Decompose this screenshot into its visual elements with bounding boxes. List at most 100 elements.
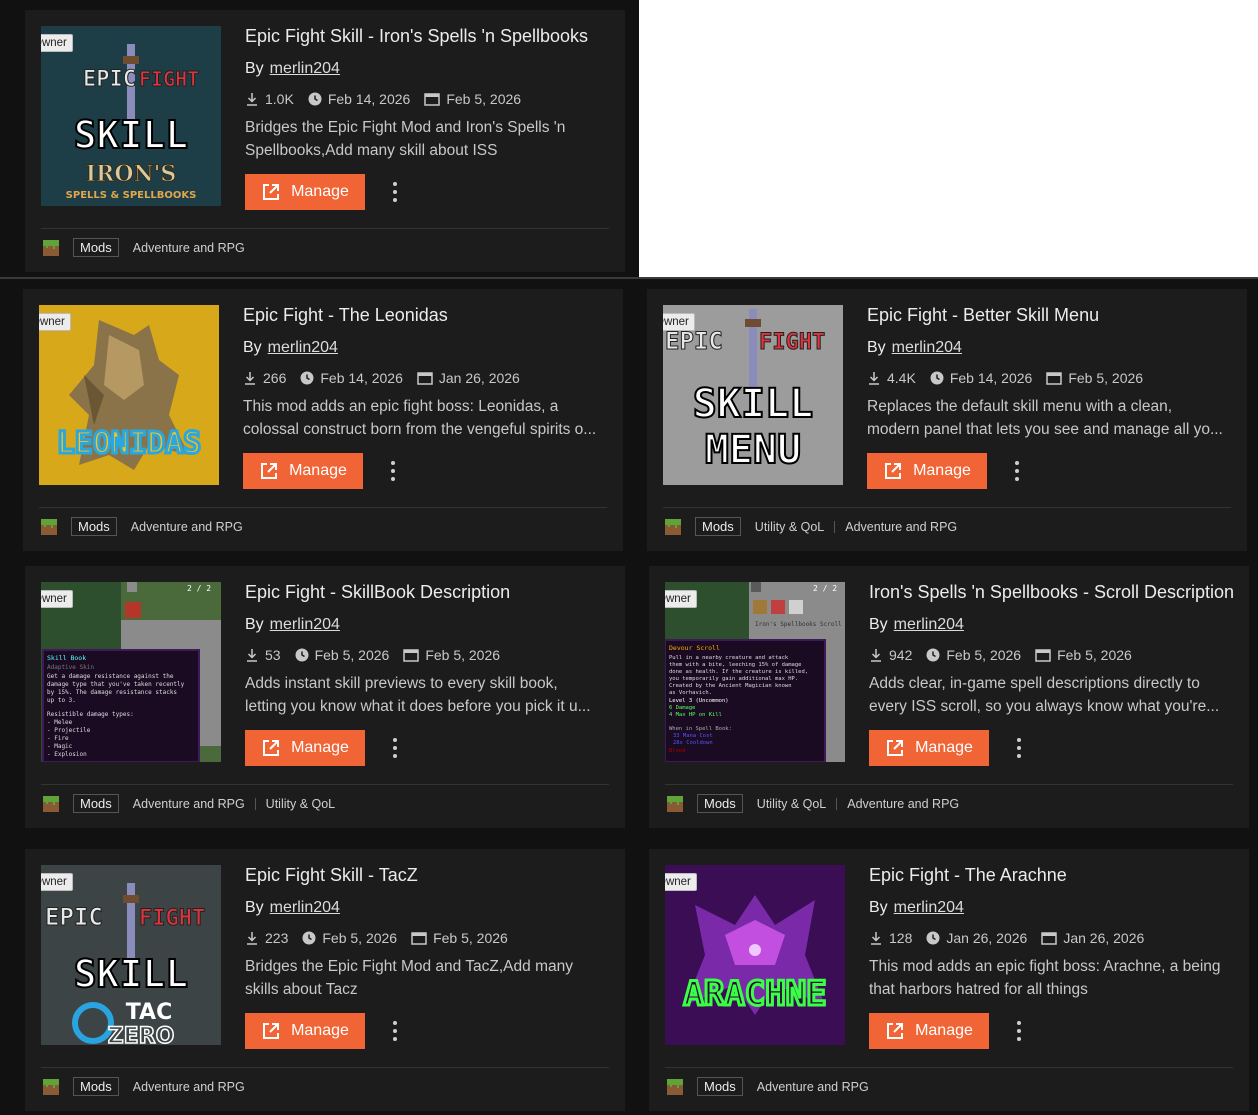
author-link[interactable]: merlin204: [268, 339, 338, 356]
project-byline: By merlin204: [869, 616, 964, 634]
manage-label: Manage: [289, 462, 347, 479]
by-label: By: [867, 339, 886, 356]
project-type-tag[interactable]: Mods: [697, 1077, 743, 1096]
more-options-icon[interactable]: [1007, 459, 1027, 483]
category-tag[interactable]: Adventure and RPG: [826, 797, 959, 811]
svg-text:33 Mana Cost: 33 Mana Cost: [673, 733, 713, 739]
project-stats: 1.0K Feb 14, 2026 Feb 5, 2026: [245, 91, 535, 107]
author-link[interactable]: merlin204: [270, 60, 340, 77]
svg-text:FIGHT: FIGHT: [139, 906, 205, 931]
category-tag[interactable]: Adventure and RPG: [131, 520, 243, 534]
created-date: Jan 26, 2026: [1063, 930, 1145, 946]
project-type-tag[interactable]: Mods: [73, 1077, 119, 1096]
download-count: 223: [265, 930, 289, 946]
svg-text:Devour Scroll: Devour Scroll: [669, 644, 720, 652]
project-thumbnail[interactable]: 2 / 2 Iron's Spellbooks Scroll Devour Sc…: [665, 582, 845, 762]
category-tag[interactable]: Adventure and RPG: [824, 520, 957, 534]
author-link[interactable]: merlin204: [894, 899, 964, 916]
category-tag[interactable]: Utility & QoL: [755, 520, 824, 534]
project-thumbnail[interactable]: EPIC FIGHT SKILL IRON'S SPELLS & SPELLBO…: [41, 26, 221, 206]
download-icon: [247, 649, 257, 662]
project-type-tag[interactable]: Mods: [73, 238, 119, 257]
project-card: EPIC FIGHT SKILL MENU Owner Epic Fight -…: [647, 289, 1247, 551]
grass-block-icon: [43, 795, 59, 812]
project-tags: Mods Utility & QoL Adventure and RPG: [665, 517, 957, 536]
project-title[interactable]: Epic Fight Skill - TacZ: [245, 865, 418, 886]
project-title[interactable]: Iron's Spells 'n Spellbooks - Scroll Des…: [869, 582, 1234, 603]
more-options-icon[interactable]: [1009, 1019, 1029, 1043]
svg-text:Pull in a nearby creature and: Pull in a nearby creature and attack: [669, 655, 789, 661]
manage-button[interactable]: Manage: [869, 1013, 989, 1049]
project-byline: By merlin204: [867, 339, 962, 357]
manage-label: Manage: [913, 462, 971, 479]
svg-text:6 Damage: 6 Damage: [669, 705, 696, 711]
calendar-icon: [411, 932, 427, 945]
project-tags: Mods Utility & QoL Adventure and RPG: [667, 794, 959, 813]
owner-badge: Owner: [39, 313, 71, 331]
category-tag[interactable]: Adventure and RPG: [133, 1080, 245, 1094]
author-link[interactable]: merlin204: [270, 899, 340, 916]
more-options-icon[interactable]: [385, 736, 405, 760]
author-link[interactable]: merlin204: [270, 616, 340, 633]
category-tag[interactable]: Adventure and RPG: [133, 797, 245, 811]
more-options-icon[interactable]: [385, 180, 405, 204]
manage-button[interactable]: Manage: [869, 730, 989, 766]
project-thumbnail[interactable]: ARACHNE Owner: [665, 865, 845, 1045]
manage-label: Manage: [915, 739, 973, 756]
author-link[interactable]: merlin204: [894, 616, 964, 633]
more-options-icon[interactable]: [383, 459, 403, 483]
svg-text:them with a bite, leeching 15%: them with a bite, leeching 15% of damage: [669, 662, 801, 668]
manage-button[interactable]: Manage: [867, 453, 987, 489]
category-tag[interactable]: Utility & QoL: [245, 797, 335, 811]
project-description: This mod adds an epic fight boss: Leonid…: [243, 395, 608, 441]
project-type-tag[interactable]: Mods: [71, 517, 117, 536]
skillbook-screenshot-image: 2 / 2 Skill Book Adaptive Skin Get a dam…: [41, 582, 221, 762]
manage-button[interactable]: Manage: [245, 730, 365, 766]
grass-block-icon: [43, 1078, 59, 1095]
project-title[interactable]: Epic Fight - Better Skill Menu: [867, 305, 1099, 326]
project-thumbnail[interactable]: EPIC FIGHT SKILL MENU Owner: [663, 305, 843, 485]
project-byline: By merlin204: [245, 616, 340, 634]
manage-button[interactable]: Manage: [245, 1013, 365, 1049]
grass-block-icon: [43, 239, 59, 256]
svg-text:Adaptive Skin: Adaptive Skin: [47, 664, 94, 671]
category-tag[interactable]: Adventure and RPG: [133, 241, 245, 255]
calendar-icon: [424, 93, 441, 106]
svg-text:FIGHT: FIGHT: [139, 67, 199, 91]
category-tag[interactable]: Adventure and RPG: [757, 1080, 869, 1094]
project-byline: By merlin204: [245, 899, 340, 917]
owner-badge: Owner: [41, 34, 73, 52]
author-link[interactable]: merlin204: [892, 339, 962, 356]
project-thumbnail[interactable]: LEONIDAS Owner: [39, 305, 219, 485]
project-stats: 942 Feb 5, 2026 Feb 5, 2026: [869, 647, 1146, 663]
project-title[interactable]: Epic Fight - SkillBook Description: [245, 582, 510, 603]
project-thumbnail[interactable]: EPIC FIGHT SKILL TAC ZERO Owner: [41, 865, 221, 1045]
owner-badge: Owner: [663, 313, 695, 331]
project-title[interactable]: Epic Fight - The Arachne: [869, 865, 1067, 886]
svg-text:EPIC: EPIC: [83, 67, 136, 92]
calendar-icon: [1046, 372, 1063, 385]
svg-text:SKILL: SKILL: [74, 952, 188, 996]
project-card: ARACHNE Owner Epic Fight - The Arachne B…: [649, 849, 1249, 1111]
project-title[interactable]: Epic Fight - The Leonidas: [243, 305, 448, 326]
iss-skill-logo-image: EPIC FIGHT SKILL IRON'S SPELLS & SPELLBO…: [41, 26, 221, 206]
project-type-tag[interactable]: Mods: [697, 794, 743, 813]
project-title[interactable]: Epic Fight Skill - Iron's Spells 'n Spel…: [245, 26, 588, 47]
more-options-icon[interactable]: [385, 1019, 405, 1043]
project-type-tag[interactable]: Mods: [695, 517, 741, 536]
project-thumbnail[interactable]: 2 / 2 Skill Book Adaptive Skin Get a dam…: [41, 582, 221, 762]
external-link-icon: [263, 740, 280, 756]
manage-button[interactable]: Manage: [243, 453, 363, 489]
svg-text:LEONIDAS: LEONIDAS: [57, 426, 202, 461]
svg-text:ARACHNE: ARACHNE: [683, 974, 826, 1014]
svg-text:EPIC: EPIC: [665, 327, 723, 355]
project-type-tag[interactable]: Mods: [73, 794, 119, 813]
description-line: This mod adds an epic fight boss: Leonid…: [243, 398, 559, 415]
clock-icon: [295, 648, 309, 662]
manage-button[interactable]: Manage: [245, 174, 365, 210]
description-line: skills about Tacz: [245, 981, 358, 998]
grass-block-icon: [665, 518, 681, 535]
more-options-icon[interactable]: [1009, 736, 1029, 760]
card-divider: [663, 507, 1231, 508]
category-tag[interactable]: Utility & QoL: [757, 797, 826, 811]
